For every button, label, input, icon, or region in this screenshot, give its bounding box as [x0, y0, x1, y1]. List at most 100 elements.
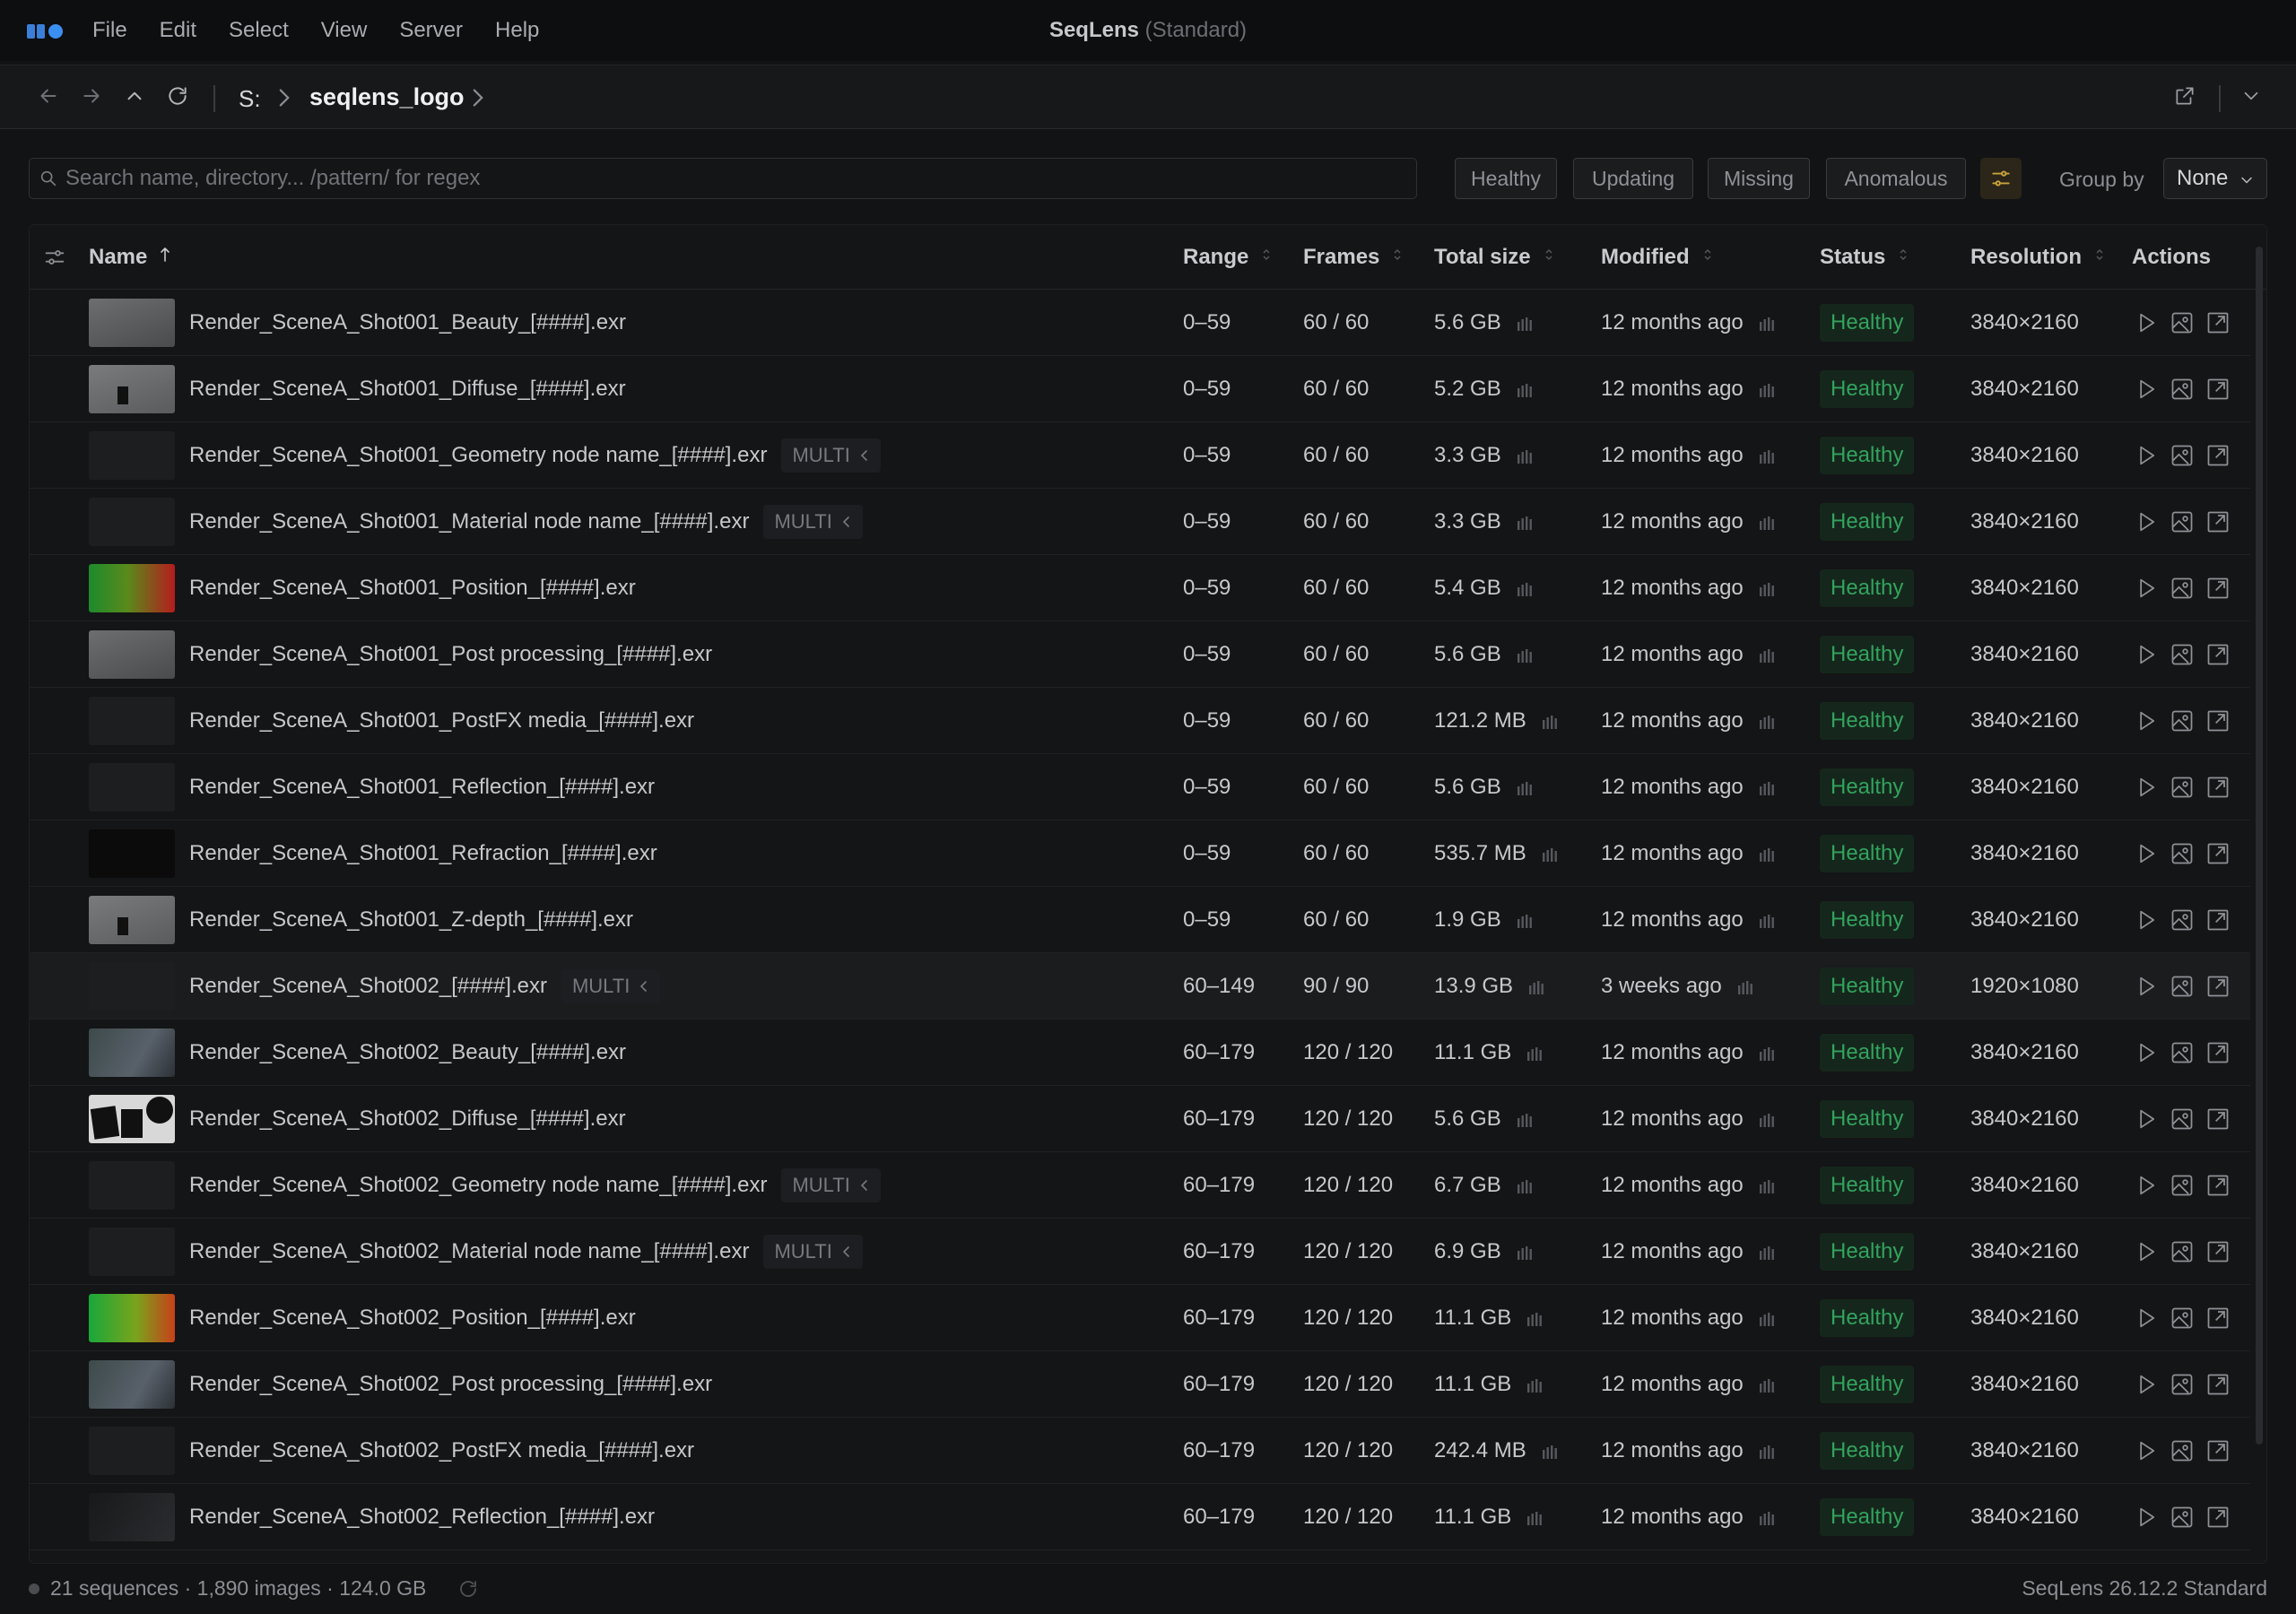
- size-histogram-icon[interactable]: [1516, 381, 1534, 397]
- modified-histogram-icon[interactable]: [1758, 646, 1776, 663]
- size-histogram-icon[interactable]: [1526, 1509, 1544, 1525]
- column-modified[interactable]: Modified: [1601, 225, 1713, 290]
- modified-histogram-icon[interactable]: [1758, 1177, 1776, 1193]
- image-preview-icon[interactable]: [2170, 1239, 2195, 1264]
- play-icon[interactable]: [2134, 576, 2159, 601]
- modified-histogram-icon[interactable]: [1758, 779, 1776, 795]
- open-external-icon[interactable]: [2205, 1438, 2231, 1463]
- size-histogram-icon[interactable]: [1516, 580, 1534, 596]
- open-external-icon[interactable]: [2205, 509, 2231, 534]
- filter-settings-button[interactable]: [1980, 158, 2022, 199]
- table-row[interactable]: Render_SceneA_Shot001_PostFX media_[####…: [30, 688, 2250, 754]
- multi-badge[interactable]: MULTI: [781, 438, 881, 473]
- breadcrumb-current[interactable]: seqlens_logo: [309, 83, 465, 111]
- table-row[interactable]: Render_SceneA_Shot001_Position_[####].ex…: [30, 555, 2250, 621]
- table-row[interactable]: Render_SceneA_Shot002_Geometry node name…: [30, 1152, 2250, 1219]
- modified-histogram-icon[interactable]: [1758, 514, 1776, 530]
- sync-icon[interactable]: [457, 1578, 479, 1600]
- play-icon[interactable]: [2134, 1040, 2159, 1065]
- image-preview-icon[interactable]: [2170, 509, 2195, 534]
- size-histogram-icon[interactable]: [1516, 912, 1534, 928]
- table-row[interactable]: Render_SceneA_Shot001_Post processing_[#…: [30, 621, 2250, 688]
- column-total-size[interactable]: Total size: [1434, 225, 1554, 290]
- play-icon[interactable]: [2134, 1239, 2159, 1264]
- open-external-icon[interactable]: [2205, 1505, 2231, 1530]
- column-frames[interactable]: Frames: [1303, 225, 1403, 290]
- multi-badge[interactable]: MULTI: [763, 1235, 863, 1269]
- image-preview-icon[interactable]: [2170, 310, 2195, 335]
- open-external-icon[interactable]: [2205, 642, 2231, 667]
- play-icon[interactable]: [2134, 1173, 2159, 1198]
- table-row[interactable]: Render_SceneA_Shot002_Beauty_[####].exr 6…: [30, 1020, 2250, 1086]
- open-external-icon[interactable]: [2205, 576, 2231, 601]
- size-histogram-icon[interactable]: [1516, 447, 1534, 464]
- modified-histogram-icon[interactable]: [1736, 978, 1754, 994]
- column-status[interactable]: Status: [1820, 225, 1909, 290]
- multi-badge[interactable]: MULTI: [763, 505, 863, 539]
- open-external-icon[interactable]: [2205, 1372, 2231, 1397]
- open-external-button[interactable]: [2169, 80, 2201, 112]
- play-icon[interactable]: [2134, 974, 2159, 999]
- filter-healthy[interactable]: Healthy: [1455, 158, 1557, 199]
- column-settings-icon[interactable]: [42, 245, 67, 270]
- size-histogram-icon[interactable]: [1541, 1443, 1559, 1459]
- image-preview-icon[interactable]: [2170, 708, 2195, 733]
- modified-histogram-icon[interactable]: [1758, 315, 1776, 331]
- play-icon[interactable]: [2134, 1438, 2159, 1463]
- table-row[interactable]: Render_SceneA_Shot002_Diffuse_[####].exr…: [30, 1086, 2250, 1152]
- image-preview-icon[interactable]: [2170, 1106, 2195, 1132]
- play-icon[interactable]: [2134, 1306, 2159, 1331]
- table-row[interactable]: Render_SceneA_Shot002_Post processing_[#…: [30, 1351, 2250, 1418]
- open-external-icon[interactable]: [2205, 310, 2231, 335]
- size-histogram-icon[interactable]: [1516, 514, 1534, 530]
- play-icon[interactable]: [2134, 1505, 2159, 1530]
- refresh-button[interactable]: [161, 80, 194, 112]
- modified-histogram-icon[interactable]: [1758, 1045, 1776, 1061]
- size-histogram-icon[interactable]: [1527, 978, 1545, 994]
- up-button[interactable]: [118, 80, 151, 112]
- image-preview-icon[interactable]: [2170, 1438, 2195, 1463]
- modified-histogram-icon[interactable]: [1758, 447, 1776, 464]
- play-icon[interactable]: [2134, 841, 2159, 866]
- size-histogram-icon[interactable]: [1516, 315, 1534, 331]
- table-row[interactable]: Render_SceneA_Shot001_Reflection_[####].…: [30, 754, 2250, 820]
- image-preview-icon[interactable]: [2170, 775, 2195, 800]
- play-icon[interactable]: [2134, 443, 2159, 468]
- column-name[interactable]: Name: [89, 225, 170, 290]
- modified-histogram-icon[interactable]: [1758, 1310, 1776, 1326]
- table-row[interactable]: Render_SceneA_Shot002_[####].exr MULTI 60–…: [30, 953, 2250, 1020]
- play-icon[interactable]: [2134, 377, 2159, 402]
- open-external-icon[interactable]: [2205, 907, 2231, 933]
- multi-badge[interactable]: MULTI: [561, 969, 661, 1003]
- table-row[interactable]: Render_SceneA_Shot002_Material node name…: [30, 1219, 2250, 1285]
- open-external-icon[interactable]: [2205, 708, 2231, 733]
- modified-histogram-icon[interactable]: [1758, 846, 1776, 862]
- open-external-icon[interactable]: [2205, 443, 2231, 468]
- filter-anomalous[interactable]: Anomalous: [1826, 158, 1966, 199]
- modified-histogram-icon[interactable]: [1758, 381, 1776, 397]
- table-row[interactable]: Render_SceneA_Shot002_Reflection_[####].…: [30, 1484, 2250, 1550]
- open-external-icon[interactable]: [2205, 1106, 2231, 1132]
- search-input[interactable]: [65, 159, 1402, 198]
- scrollbar-thumb[interactable]: [2256, 247, 2263, 1445]
- size-histogram-icon[interactable]: [1541, 713, 1559, 729]
- play-icon[interactable]: [2134, 310, 2159, 335]
- size-histogram-icon[interactable]: [1516, 1177, 1534, 1193]
- image-preview-icon[interactable]: [2170, 1372, 2195, 1397]
- breadcrumb-root[interactable]: S:: [239, 85, 261, 113]
- play-icon[interactable]: [2134, 708, 2159, 733]
- size-histogram-icon[interactable]: [1526, 1310, 1544, 1326]
- modified-histogram-icon[interactable]: [1758, 1244, 1776, 1260]
- breadcrumb-expand-chevron-icon[interactable]: [470, 85, 486, 117]
- image-preview-icon[interactable]: [2170, 1505, 2195, 1530]
- table-row[interactable]: Render_SceneA_Shot001_Material node name…: [30, 489, 2250, 555]
- size-histogram-icon[interactable]: [1526, 1045, 1544, 1061]
- open-external-icon[interactable]: [2205, 841, 2231, 866]
- open-external-icon[interactable]: [2205, 1306, 2231, 1331]
- table-row[interactable]: Render_SceneA_Shot001_Diffuse_[####].exr…: [30, 356, 2250, 422]
- open-external-icon[interactable]: [2205, 1239, 2231, 1264]
- image-preview-icon[interactable]: [2170, 841, 2195, 866]
- modified-histogram-icon[interactable]: [1758, 1111, 1776, 1127]
- play-icon[interactable]: [2134, 642, 2159, 667]
- modified-histogram-icon[interactable]: [1758, 1443, 1776, 1459]
